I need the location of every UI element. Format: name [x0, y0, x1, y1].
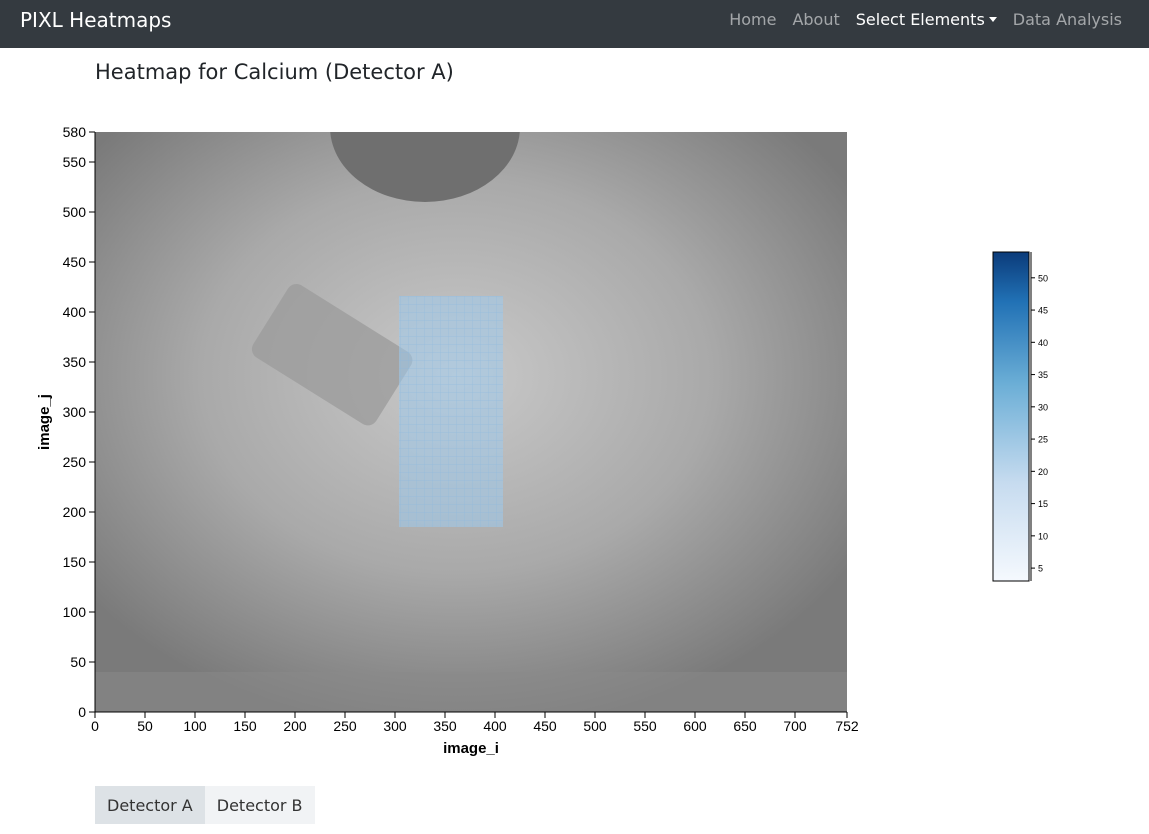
x-axis-label: image_i — [443, 740, 499, 757]
y-tick-label: 300 — [63, 404, 87, 420]
colorbar-tick-label: 15 — [1038, 499, 1048, 509]
y-tick-label: 100 — [63, 604, 87, 620]
y-tick-label: 50 — [70, 654, 86, 670]
colorbar-tick-label: 40 — [1038, 338, 1048, 348]
detector-b-button[interactable]: Detector B — [204, 786, 315, 824]
context-image-shadow — [95, 672, 847, 712]
y-tick-label: 550 — [63, 154, 87, 170]
detector-button-group: Detector A Detector B — [95, 786, 315, 824]
x-tick-label: 300 — [383, 718, 407, 734]
colorbar-tick-label: 20 — [1038, 467, 1048, 477]
colorbar-tick-label: 45 — [1038, 306, 1048, 316]
x-tick-label: 650 — [733, 718, 757, 734]
page-title: Heatmap for Calcium (Detector A) — [95, 60, 454, 84]
caret-down-icon — [988, 16, 997, 22]
nav-home[interactable]: Home — [729, 10, 776, 29]
x-tick-label: 350 — [433, 718, 457, 734]
detector-a-button[interactable]: Detector A — [95, 786, 205, 824]
y-tick-label: 450 — [63, 254, 87, 270]
x-tick-label: 100 — [183, 718, 207, 734]
nav-select-elements-label: Select Elements — [855, 10, 985, 29]
x-tick-label: 50 — [137, 718, 153, 734]
heatmap-cells — [399, 296, 503, 527]
y-tick-label: 200 — [63, 504, 87, 520]
colorbar-tick-label: 5 — [1038, 564, 1043, 574]
nav-links: Home About Select Elements Data Analysis — [729, 10, 1122, 29]
brand-title[interactable]: PIXL Heatmaps — [20, 8, 171, 32]
navbar: PIXL Heatmaps Home About Select Elements… — [0, 0, 1149, 48]
nav-about[interactable]: About — [792, 10, 839, 29]
x-tick-label: 400 — [483, 718, 507, 734]
y-tick-label: 150 — [63, 554, 87, 570]
x-tick-label: 200 — [283, 718, 307, 734]
heatmap-chart: 0 50 100 150 200 250 300 350 400 450 500 550 600 650 7… — [36, 124, 1048, 757]
y-tick-label: 580 — [63, 124, 87, 140]
x-tick-label: 150 — [233, 718, 257, 734]
y-tick-label: 250 — [63, 454, 87, 470]
x-tick-label: 752 — [835, 718, 859, 734]
y-tick-label: 400 — [63, 304, 87, 320]
colorbar-tick-label: 25 — [1038, 435, 1048, 445]
y-tick-label: 500 — [63, 204, 87, 220]
y-tick-label: 0 — [78, 704, 86, 720]
nav-data-analysis[interactable]: Data Analysis — [1013, 10, 1122, 29]
x-tick-label: 250 — [333, 718, 357, 734]
y-tick-label: 350 — [63, 354, 87, 370]
colorbar-tick-label: 10 — [1038, 531, 1048, 541]
x-tick-label: 550 — [633, 718, 657, 734]
colorbar — [992, 251, 1030, 582]
x-tick-label: 450 — [533, 718, 557, 734]
nav-select-elements-dropdown[interactable]: Select Elements — [856, 10, 997, 29]
colorbar-tick-label: 35 — [1038, 370, 1048, 380]
x-tick-label: 500 — [583, 718, 607, 734]
colorbar-tick-label: 30 — [1038, 402, 1048, 412]
x-tick-label: 0 — [91, 718, 99, 734]
y-axis-label: image_j — [36, 394, 53, 450]
colorbar-tick-label: 50 — [1038, 273, 1048, 283]
x-tick-label: 600 — [683, 718, 707, 734]
x-tick-label: 700 — [783, 718, 807, 734]
